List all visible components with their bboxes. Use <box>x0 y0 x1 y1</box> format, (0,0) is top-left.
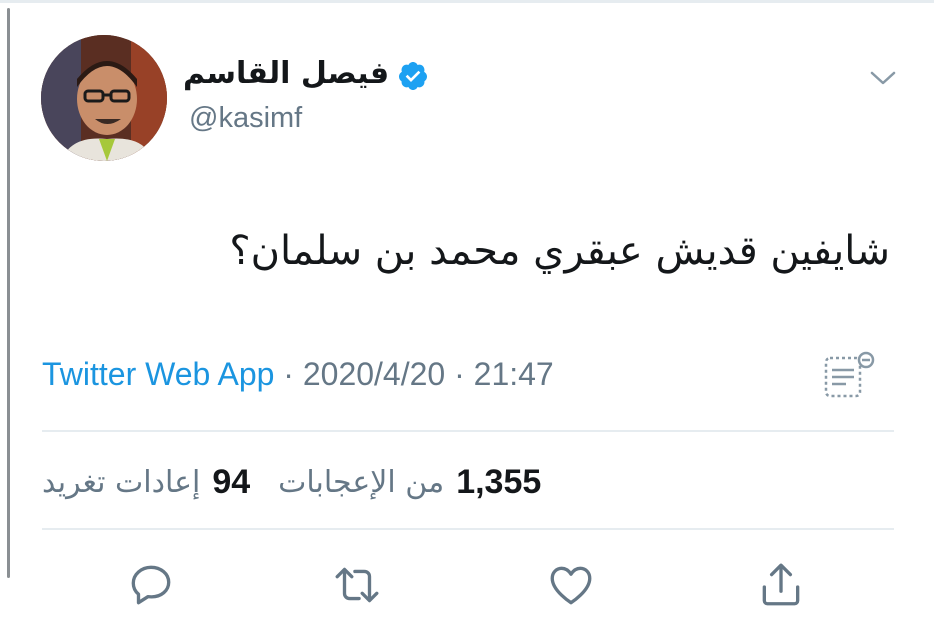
share-button[interactable] <box>756 560 806 610</box>
tweet-time[interactable]: 21:47 <box>474 356 554 392</box>
user-handle[interactable]: @kasimf <box>189 102 302 135</box>
chevron-down-icon[interactable] <box>868 68 898 88</box>
tweet-source-link[interactable]: Twitter Web App <box>42 356 274 392</box>
top-border <box>0 0 934 3</box>
divider <box>42 430 894 432</box>
thread-scroll-indicator <box>7 8 10 578</box>
heart-icon <box>550 566 592 605</box>
retweet-button[interactable] <box>332 560 382 610</box>
meta-separator: · <box>445 356 474 392</box>
like-button[interactable] <box>546 560 596 610</box>
avatar[interactable] <box>41 35 167 161</box>
display-name[interactable]: فيصل القاسم <box>183 52 389 96</box>
avatar-portrait <box>41 35 167 161</box>
share-icon <box>762 563 800 606</box>
likes-count[interactable]: 1,355 <box>456 463 541 502</box>
meta-separator: · <box>274 356 303 392</box>
tweet-date[interactable]: 2020/4/20 <box>303 356 445 392</box>
tweet-meta: Twitter Web App · 2020/4/20 · 21:47 <box>42 356 554 393</box>
tweet-text: شايفين قديش عبقري محمد بن سلمان؟ <box>229 228 890 274</box>
divider <box>42 528 894 530</box>
verified-badge-icon <box>398 62 427 90</box>
reply-button[interactable] <box>126 560 176 610</box>
retweets-label[interactable]: إعادات تغريد <box>42 465 200 500</box>
tweet-stats: 1,355 من الإعجابات 94 إعادات تغريد <box>42 458 614 506</box>
retweet-icon <box>335 567 379 603</box>
likes-label[interactable]: من الإعجابات <box>278 465 444 500</box>
retweets-count[interactable]: 94 <box>212 463 250 502</box>
analytics-icon[interactable] <box>820 350 876 402</box>
reply-icon <box>131 565 171 605</box>
